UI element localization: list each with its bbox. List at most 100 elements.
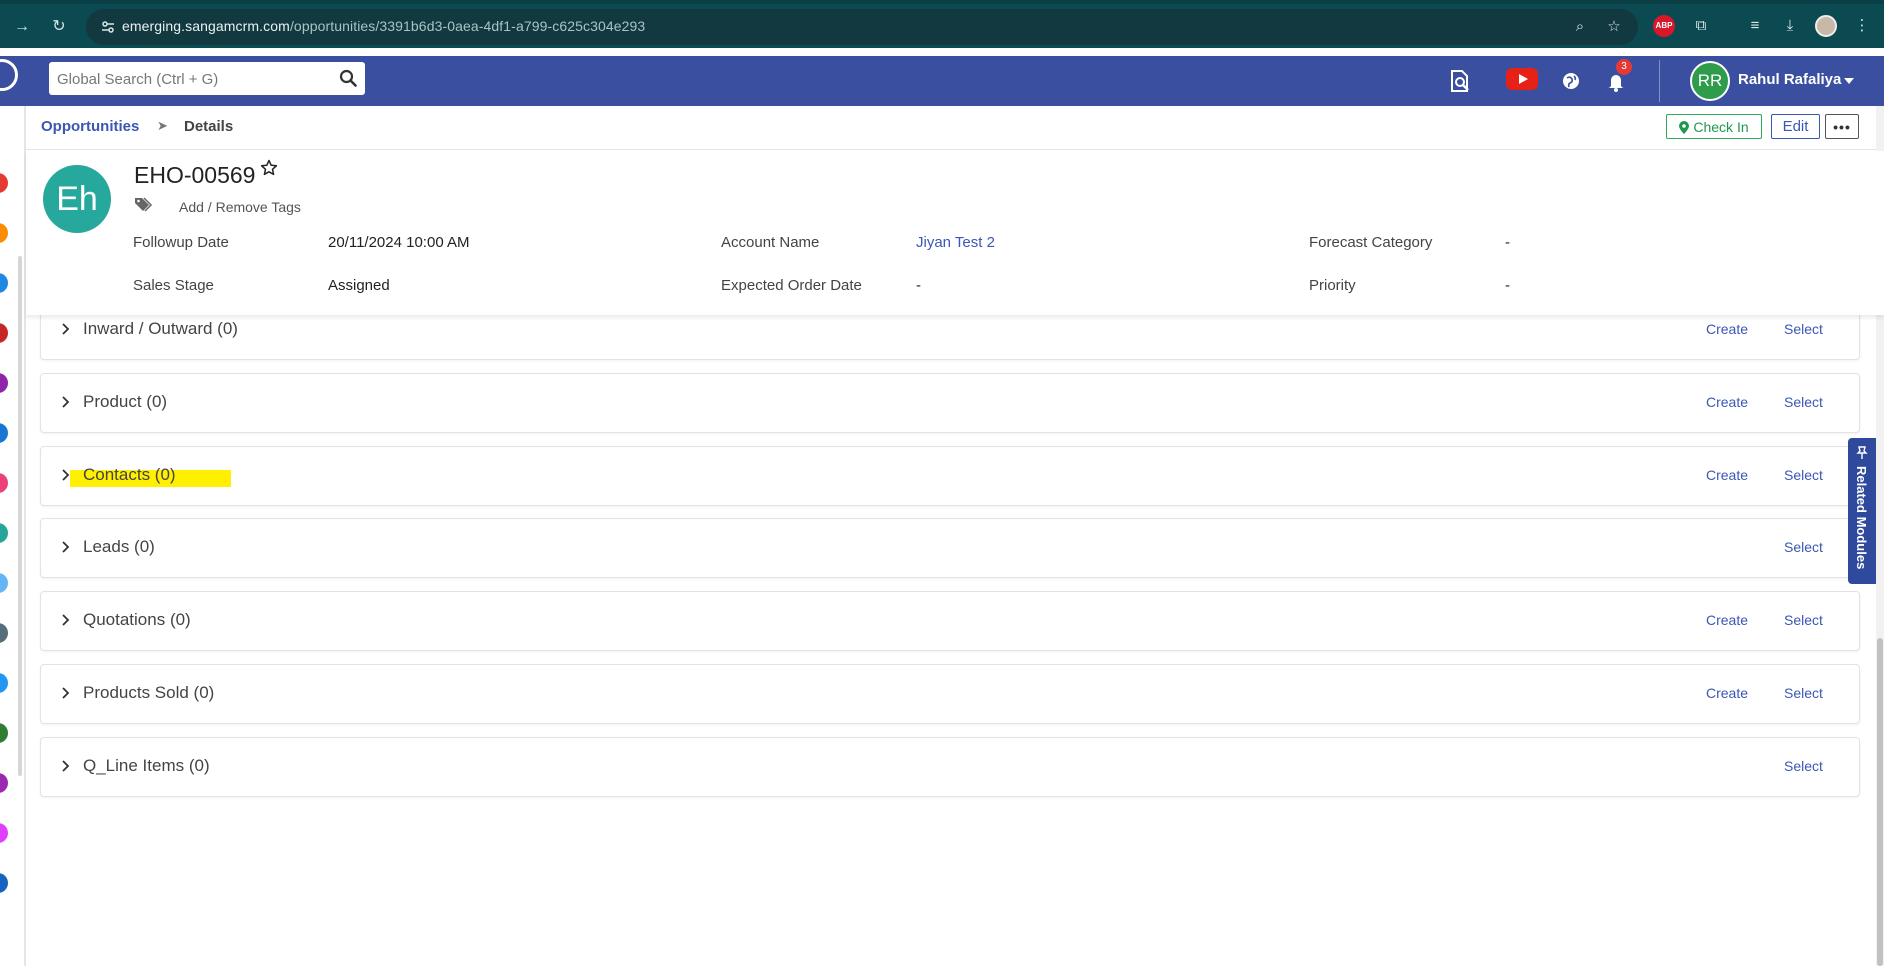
field-value-sales-stage: Assigned [328, 277, 390, 294]
module-icon[interactable] [0, 623, 8, 643]
panel-q-line-items[interactable]: Q_Line Items (0) Select [40, 737, 1860, 797]
reload-icon[interactable]: ↻ [48, 16, 70, 38]
panel-title[interactable]: Product (0) [83, 392, 167, 412]
module-icon[interactable] [0, 873, 8, 893]
panel-title[interactable]: Products Sold (0) [83, 683, 214, 703]
reading-list-icon[interactable]: ≡ [1744, 15, 1766, 37]
module-icon[interactable] [0, 173, 8, 193]
select-link[interactable]: Select [1784, 321, 1823, 337]
chevron-right-icon[interactable] [61, 322, 71, 336]
more-actions-button[interactable]: ••• [1825, 114, 1859, 139]
zoom-icon[interactable]: ⌕ [1570, 17, 1590, 37]
user-avatar[interactable]: RR [1690, 61, 1730, 101]
module-icon[interactable] [0, 373, 8, 393]
select-link[interactable]: Select [1784, 394, 1823, 410]
panel-quotations[interactable]: Quotations (0) Create Select [40, 591, 1860, 651]
forward-icon[interactable]: → [11, 16, 33, 38]
module-icon[interactable] [0, 323, 8, 343]
related-modules-label: Related Modules [1854, 466, 1869, 570]
browser-profile-avatar[interactable] [1815, 15, 1837, 37]
user-name[interactable]: Rahul Rafaliya [1738, 71, 1841, 88]
create-link[interactable]: Create [1706, 321, 1748, 337]
field-value-forecast-category: - [1505, 234, 1510, 251]
url-host: emerging.sangamcrm.com [122, 18, 290, 34]
module-icon[interactable] [0, 773, 8, 793]
panel-product[interactable]: Product (0) Create Select [40, 373, 1860, 433]
url-text: emerging.sangamcrm.com/opportunities/339… [122, 18, 645, 34]
module-icon[interactable] [0, 723, 8, 743]
module-icon[interactable] [0, 273, 8, 293]
address-bar[interactable]: emerging.sangamcrm.com/opportunities/339… [86, 9, 1638, 45]
create-link[interactable]: Create [1706, 394, 1748, 410]
global-search-input[interactable] [57, 69, 327, 89]
field-label-priority: Priority [1309, 277, 1356, 294]
notification-count-badge: 3 [1616, 59, 1632, 75]
field-value-followup-date: 20/11/2024 10:00 AM [328, 234, 470, 251]
account-name-link[interactable]: Jiyan Test 2 [916, 234, 995, 251]
related-modules-tab[interactable]: Related Modules [1848, 438, 1876, 584]
module-icon-rail [0, 106, 22, 966]
chevron-right-icon[interactable] [61, 540, 71, 554]
module-icon[interactable] [0, 223, 8, 243]
panel-title[interactable]: Q_Line Items (0) [83, 756, 210, 776]
chevron-right-icon[interactable] [61, 686, 71, 700]
check-in-button[interactable]: Check In [1666, 114, 1762, 139]
chevron-right-icon[interactable] [61, 613, 71, 627]
create-link[interactable]: Create [1706, 612, 1748, 628]
breadcrumb-separator-icon: ➤ [157, 118, 168, 133]
select-link[interactable]: Select [1784, 612, 1823, 628]
browser-tab-strip [0, 0, 1884, 4]
field-value-priority: - [1505, 277, 1510, 294]
panel-title[interactable]: Contacts (0) [83, 465, 176, 485]
module-icon[interactable] [0, 823, 8, 843]
module-icon[interactable] [0, 673, 8, 693]
chevron-right-icon[interactable] [61, 759, 71, 773]
select-link[interactable]: Select [1784, 758, 1823, 774]
download-icon[interactable]: ⤓ [1779, 15, 1801, 37]
favorite-star-icon[interactable] [260, 159, 278, 177]
panel-leads[interactable]: Leads (0) Select [40, 518, 1860, 578]
youtube-icon[interactable] [1506, 68, 1538, 90]
app-logo-icon[interactable] [0, 59, 18, 91]
create-link[interactable]: Create [1706, 467, 1748, 483]
panel-title[interactable]: Leads (0) [83, 537, 155, 557]
breadcrumb-opportunities-link[interactable]: Opportunities [41, 118, 139, 135]
page-scrollbar-thumb[interactable] [1877, 638, 1883, 966]
adblock-extension-icon[interactable]: ABP [1653, 15, 1675, 37]
url-path: /opportunities/3391b6d3-0aea-4df1-a799-c… [289, 18, 646, 34]
panel-title[interactable]: Inward / Outward (0) [83, 319, 238, 339]
select-link[interactable]: Select [1784, 685, 1823, 701]
add-remove-tags-link[interactable]: Add / Remove Tags [179, 199, 301, 215]
search-icon[interactable] [339, 69, 357, 87]
browser-toolbar: → ↻ emerging.sangamcrm.com/opportunities… [0, 0, 1884, 48]
document-search-icon[interactable] [1447, 68, 1473, 94]
site-info-icon[interactable] [100, 19, 116, 35]
extensions-puzzle-icon[interactable]: ⧉ [1690, 15, 1712, 37]
module-icon[interactable] [0, 423, 8, 443]
record-summary: Eh EHO-00569 Add / Remove Tags Followup … [26, 151, 1884, 315]
global-search[interactable] [49, 62, 365, 95]
create-link[interactable]: Create [1706, 685, 1748, 701]
chevron-right-icon[interactable] [61, 468, 71, 482]
panel-products-sold[interactable]: Products Sold (0) Create Select [40, 664, 1860, 724]
field-label-followup-date: Followup Date [133, 234, 229, 251]
module-icon[interactable] [0, 523, 8, 543]
chevron-down-icon[interactable] [1844, 78, 1854, 84]
map-pin-icon [1679, 120, 1690, 134]
select-link[interactable]: Select [1784, 539, 1823, 555]
header-divider [1659, 60, 1660, 102]
field-label-sales-stage: Sales Stage [133, 277, 214, 294]
field-label-account-name: Account Name [721, 234, 820, 251]
module-icon[interactable] [0, 573, 8, 593]
select-link[interactable]: Select [1784, 467, 1823, 483]
rail-scrollbar[interactable] [18, 256, 22, 776]
chevron-right-icon[interactable] [61, 395, 71, 409]
panel-title[interactable]: Quotations (0) [83, 610, 191, 630]
globe-icon[interactable] [1558, 68, 1584, 94]
browser-menu-icon[interactable]: ⋮ [1851, 15, 1873, 37]
edit-button[interactable]: Edit [1771, 114, 1820, 139]
panel-contacts[interactable]: Contacts (0) Create Select [40, 446, 1860, 506]
check-in-label: Check In [1693, 118, 1749, 135]
module-icon[interactable] [0, 473, 8, 493]
bookmark-star-icon[interactable]: ☆ [1604, 17, 1624, 37]
